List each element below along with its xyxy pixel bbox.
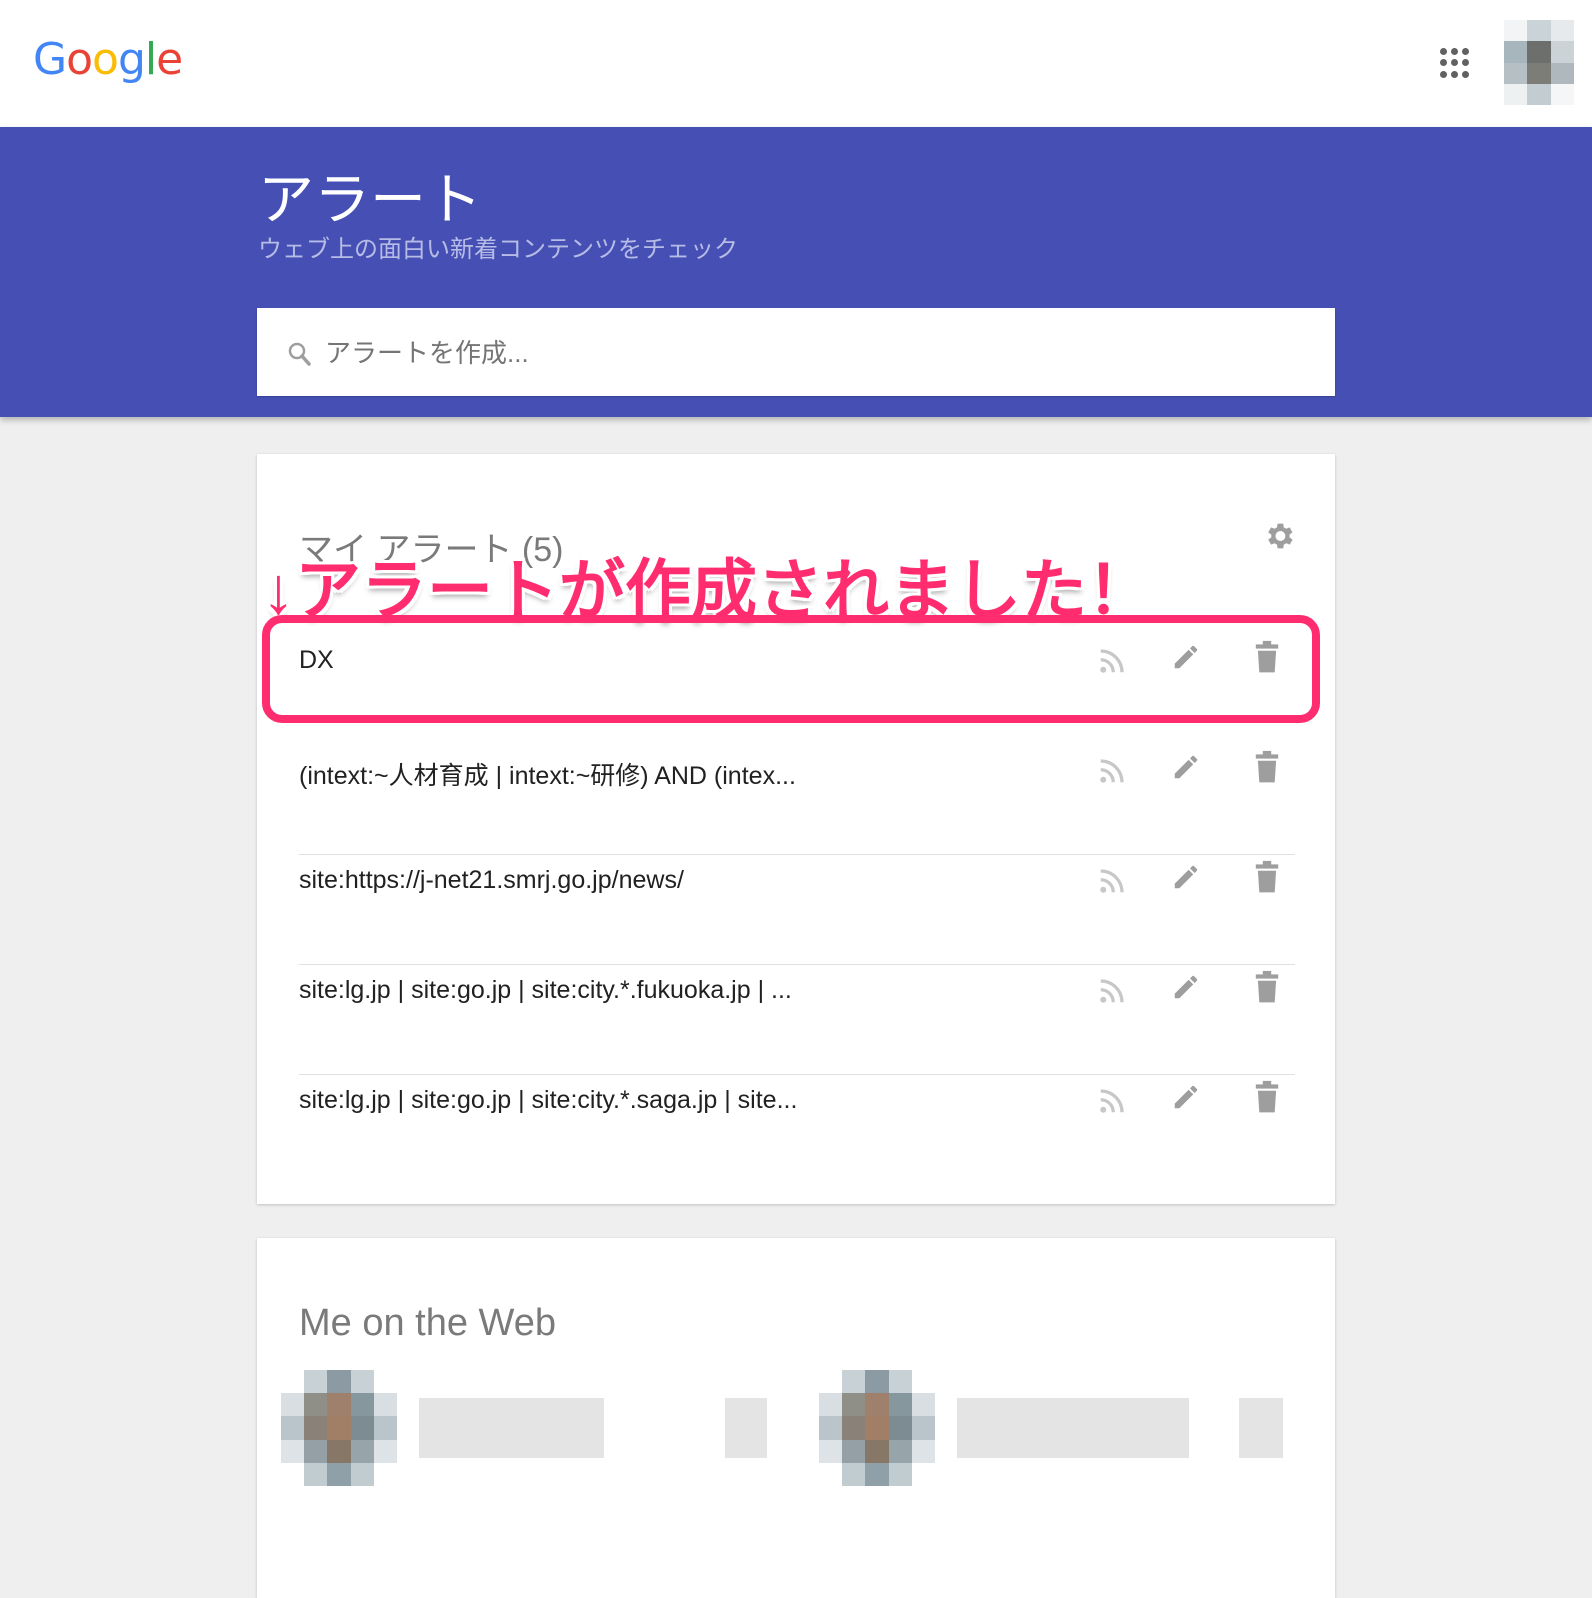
delete-trash-icon[interactable] bbox=[1253, 750, 1281, 789]
blurred-name bbox=[419, 1398, 604, 1458]
alert-row[interactable]: site:https://j-net21.smrj.go.jp/news/ bbox=[299, 854, 1295, 965]
annotation-highlight-box bbox=[262, 615, 1320, 723]
create-alert-box[interactable] bbox=[257, 308, 1335, 396]
logo-letter: g bbox=[117, 34, 146, 85]
me-on-web-title: Me on the Web bbox=[299, 1302, 557, 1344]
profile-avatar bbox=[281, 1370, 397, 1486]
logo-letter: e bbox=[156, 34, 183, 85]
alert-query[interactable]: site:lg.jp | site:go.jp | site:city.*.sa… bbox=[299, 1086, 797, 1115]
page-title: アラート bbox=[258, 168, 482, 231]
edit-pencil-icon[interactable] bbox=[1171, 752, 1201, 787]
alert-row[interactable]: (intext:~人材育成 | intext:~研修) AND (intex..… bbox=[299, 744, 1295, 855]
edit-pencil-icon[interactable] bbox=[1171, 972, 1201, 1007]
profile-avatar bbox=[819, 1370, 935, 1486]
logo-letter: o bbox=[92, 34, 119, 85]
blurred-detail bbox=[1239, 1398, 1283, 1458]
rss-icon[interactable] bbox=[1097, 756, 1127, 791]
blurred-name bbox=[957, 1398, 1189, 1458]
alert-query[interactable]: site:https://j-net21.smrj.go.jp/news/ bbox=[299, 866, 684, 895]
rss-icon[interactable] bbox=[1097, 866, 1127, 901]
search-icon bbox=[288, 342, 311, 366]
rss-icon[interactable] bbox=[1097, 1086, 1127, 1121]
logo-letter: G bbox=[33, 34, 67, 85]
google-logo[interactable]: Google bbox=[33, 34, 183, 85]
alert-query[interactable]: (intext:~人材育成 | intext:~研修) AND (intex..… bbox=[299, 756, 796, 792]
alert-query[interactable]: site:lg.jp | site:go.jp | site:city.*.fu… bbox=[299, 976, 792, 1005]
logo-letter: l bbox=[144, 34, 157, 85]
delete-trash-icon[interactable] bbox=[1253, 860, 1281, 899]
settings-gear-icon[interactable] bbox=[1262, 519, 1296, 553]
apps-grid-icon[interactable] bbox=[1440, 48, 1470, 78]
edit-pencil-icon[interactable] bbox=[1171, 862, 1201, 897]
delete-trash-icon[interactable] bbox=[1253, 970, 1281, 1009]
create-alert-input[interactable] bbox=[323, 330, 1307, 376]
hero-banner: アラート ウェブ上の面白い新着コンテンツをチェック bbox=[0, 127, 1592, 417]
edit-pencil-icon[interactable] bbox=[1171, 1082, 1201, 1117]
rss-icon[interactable] bbox=[1097, 976, 1127, 1011]
account-avatar[interactable] bbox=[1504, 20, 1574, 105]
me-on-web-card: Me on the Web bbox=[257, 1238, 1335, 1598]
delete-trash-icon[interactable] bbox=[1253, 1080, 1281, 1119]
page-subtitle: ウェブ上の面白い新着コンテンツをチェック bbox=[258, 236, 738, 263]
alert-row[interactable]: site:lg.jp | site:go.jp | site:city.*.fu… bbox=[299, 964, 1295, 1075]
top-bar: Google bbox=[0, 0, 1592, 127]
alert-row[interactable]: site:lg.jp | site:go.jp | site:city.*.sa… bbox=[299, 1074, 1295, 1184]
blurred-detail bbox=[725, 1398, 767, 1458]
logo-letter: o bbox=[66, 34, 93, 85]
